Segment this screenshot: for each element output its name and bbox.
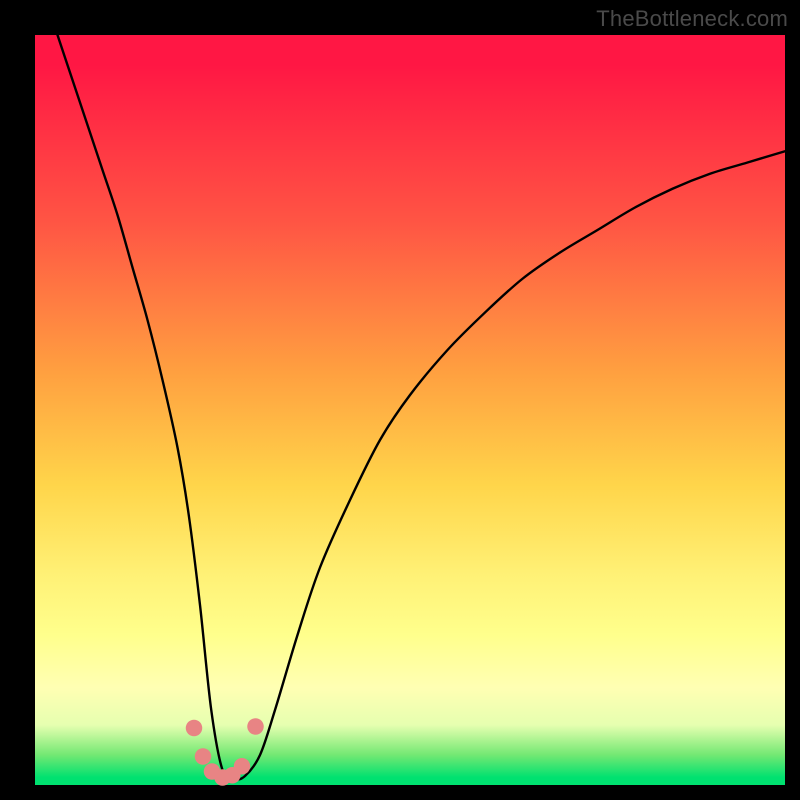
- dip-marker: [195, 748, 212, 765]
- chart-svg: [35, 35, 785, 785]
- dip-marker: [234, 758, 251, 775]
- chart-plot-area: [35, 35, 785, 785]
- dip-marker: [186, 720, 203, 737]
- bottleneck-curve-path: [58, 35, 786, 780]
- dip-marker-group: [186, 718, 264, 786]
- watermark-text: TheBottleneck.com: [596, 6, 788, 32]
- chart-frame: TheBottleneck.com: [0, 0, 800, 800]
- dip-marker: [247, 718, 264, 735]
